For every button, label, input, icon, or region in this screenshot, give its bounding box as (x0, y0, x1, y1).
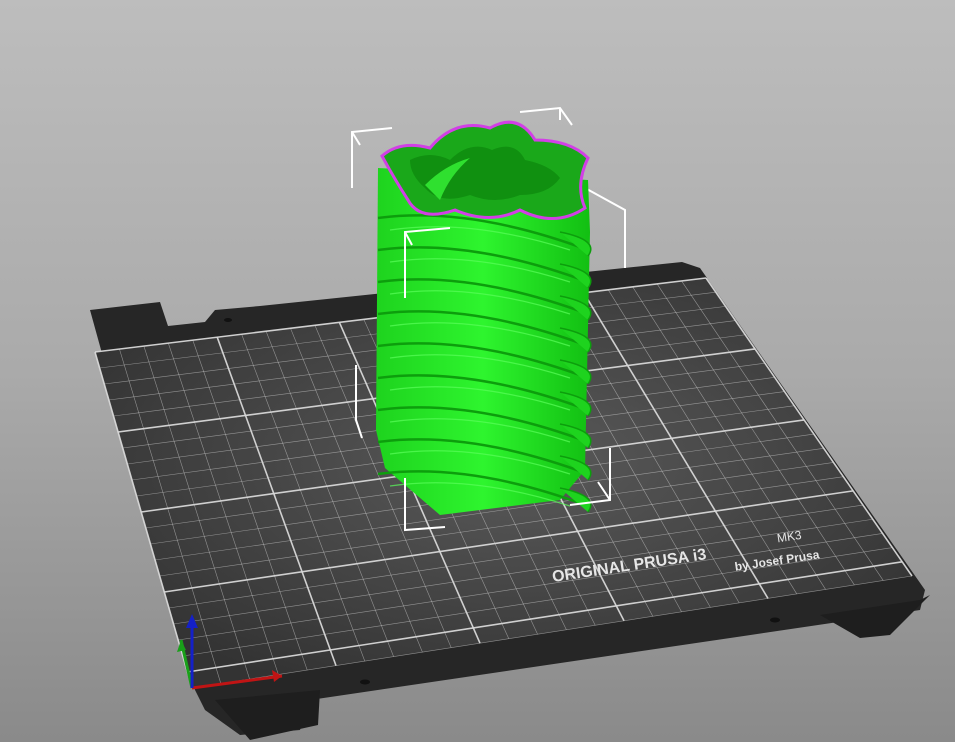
scene-canvas[interactable]: ORIGINAL PRUSA i3 MK3 by Josef Prusa (0, 0, 955, 742)
3d-viewport[interactable]: ORIGINAL PRUSA i3 MK3 by Josef Prusa (0, 0, 955, 742)
vase-object[interactable] (376, 120, 592, 515)
